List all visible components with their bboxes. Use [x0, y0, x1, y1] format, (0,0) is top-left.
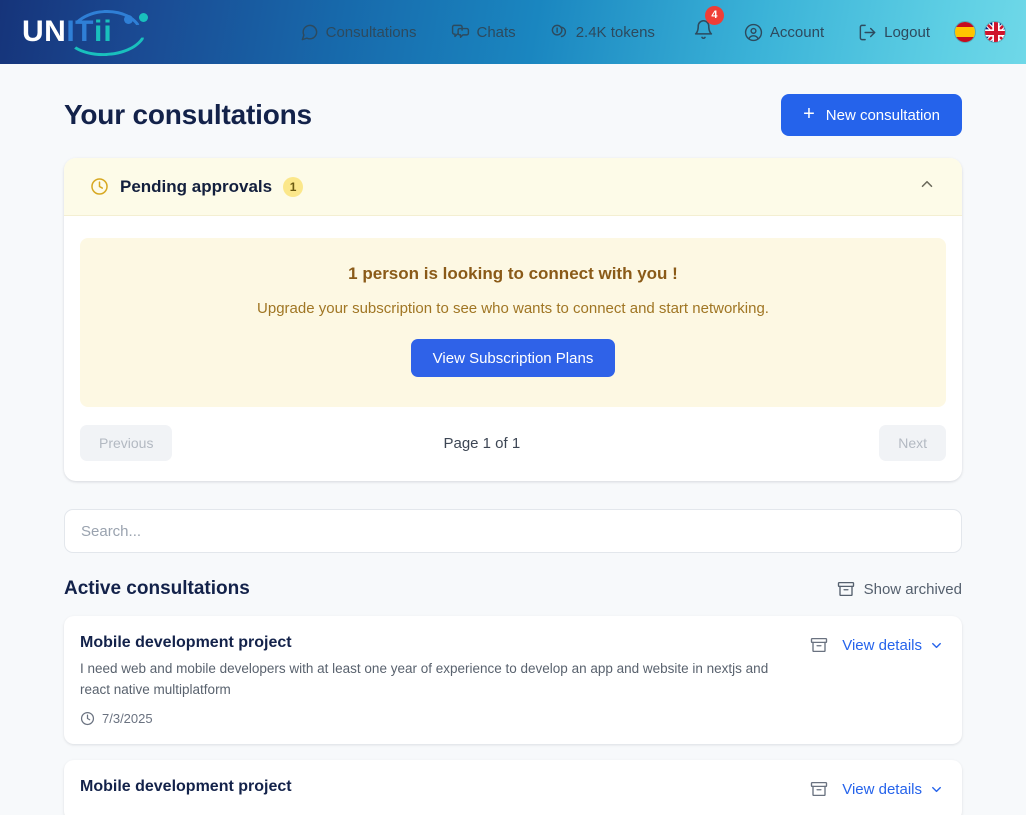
app-header: UN IT ii Consultations Chats 2.4K tokens… [0, 0, 1026, 64]
view-details-button[interactable]: View details [842, 781, 944, 798]
nav-label-logout: Logout [884, 23, 930, 41]
view-details-label: View details [842, 636, 922, 654]
nav-label-consultations: Consultations [325, 23, 417, 41]
archive-icon[interactable] [810, 780, 828, 798]
plus-icon: + [803, 103, 815, 125]
nav-item-chats[interactable]: Chats [441, 17, 526, 48]
nav-item-account[interactable]: Account [734, 17, 834, 48]
consultation-date: 7/3/2025 [80, 711, 796, 726]
consultation-description: I need web and mobile developers with at… [80, 661, 769, 697]
pending-approvals-count-badge: 1 [283, 176, 304, 197]
consultation-card[interactable]: Mobile development project View details [64, 760, 962, 815]
account-circle-icon [744, 23, 763, 42]
header-nav: Consultations Chats 2.4K tokens 4 Accoun… [250, 0, 1010, 64]
logo-dot-blue-icon [124, 15, 133, 24]
nav-item-logout[interactable]: Logout [848, 17, 940, 48]
new-consultation-label: New consultation [825, 106, 940, 124]
chats-icon [451, 23, 470, 42]
consultation-card[interactable]: Mobile development project I need web an… [64, 616, 962, 745]
consultation-title: Mobile development project [80, 778, 292, 796]
new-consultation-button[interactable]: + New consultation [781, 94, 962, 136]
tokens-icon [550, 23, 569, 42]
logo-text-un: UN [22, 15, 67, 48]
pending-approvals-title: Pending approvals [120, 176, 273, 196]
chevron-up-icon[interactable] [918, 175, 936, 198]
nav-label-tokens: 2.4K tokens [575, 23, 655, 41]
page-content: Your consultations + New consultation Pe… [0, 64, 1026, 815]
consultation-title: Mobile development project [80, 634, 292, 651]
next-page-button[interactable]: Next [879, 425, 946, 461]
consultation-date-label: 7/3/2025 [102, 711, 153, 727]
consultation-actions: View details [810, 778, 944, 798]
clock-icon [80, 711, 95, 726]
logo[interactable]: UN IT ii [0, 0, 250, 64]
pending-pagination: Previous Page 1 of 1 Next [64, 407, 962, 481]
chevron-down-icon [929, 782, 944, 797]
search-input[interactable] [64, 509, 962, 553]
consultation-main: Mobile development project [80, 778, 810, 803]
flag-stripe-mid [955, 27, 975, 37]
page-header-row: Your consultations + New consultation [64, 64, 962, 158]
active-consultations-title: Active consultations [64, 578, 250, 599]
upgrade-promo-box: 1 person is looking to connect with you … [80, 238, 946, 407]
chevron-down-icon [929, 638, 944, 653]
upgrade-headline: 1 person is looking to connect with you … [348, 264, 678, 283]
active-consultations-header: Active consultations Show archived [64, 578, 962, 600]
logo-dot-teal-icon [139, 13, 148, 22]
show-archived-label: Show archived [863, 580, 962, 598]
show-archived-toggle[interactable]: Show archived [837, 580, 962, 598]
page-indicator: Page 1 of 1 [443, 434, 521, 452]
notifications-button[interactable]: 4 [683, 6, 724, 51]
upgrade-subtext: Upgrade your subscription to see who wan… [257, 300, 769, 317]
logo-arc-bottom-icon [64, 29, 148, 59]
notification-count-badge: 4 [704, 6, 724, 25]
nav-label-chats: Chats [476, 23, 516, 41]
nav-item-tokens[interactable]: 2.4K tokens [540, 17, 665, 48]
uk-flag-icon [985, 22, 1005, 42]
chat-bubble-icon [300, 23, 319, 42]
flag-stripe-bottom [955, 36, 975, 42]
page-title: Your consultations [64, 99, 312, 130]
previous-page-button[interactable]: Previous [80, 425, 173, 461]
archive-icon[interactable] [810, 636, 828, 654]
view-subscription-plans-button[interactable]: View Subscription Plans [410, 339, 616, 377]
consultation-actions: View details [810, 634, 944, 654]
logo-text: UN IT ii [22, 8, 148, 59]
consultation-main: Mobile development project I need web an… [80, 634, 810, 726]
clock-icon [90, 177, 109, 196]
pending-approvals-body: 1 person is looking to connect with you … [64, 216, 962, 407]
pending-approvals-header[interactable]: Pending approvals 1 [64, 158, 962, 216]
pending-approvals-card: Pending approvals 1 1 person is looking … [64, 158, 962, 481]
archive-icon [837, 580, 855, 598]
nav-label-account: Account [769, 23, 825, 41]
spanish-flag[interactable] [954, 21, 976, 43]
nav-item-consultations[interactable]: Consultations [290, 17, 427, 48]
logout-icon [858, 23, 877, 42]
view-details-button[interactable]: View details [842, 637, 944, 654]
view-details-label: View details [842, 780, 922, 798]
uk-flag[interactable] [984, 21, 1006, 43]
